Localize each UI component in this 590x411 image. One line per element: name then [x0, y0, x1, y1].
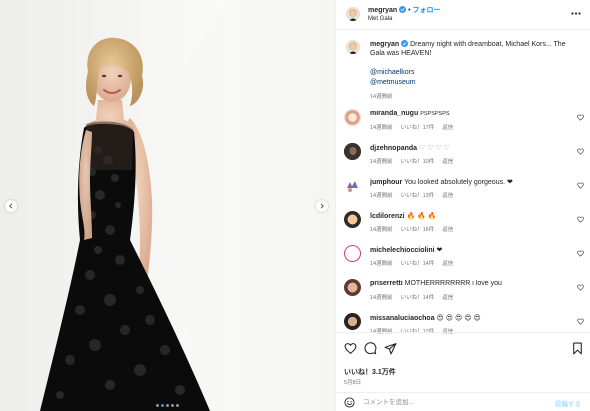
next-photo-button[interactable]	[316, 200, 328, 212]
comment-likes[interactable]: いいね！17件	[401, 123, 435, 131]
comment-text: PSPSPSPS	[420, 111, 450, 117]
comment-text: You looked absolutely gorgeous. ❤	[404, 179, 513, 186]
comment-text: 🔥 🔥 🔥	[406, 213, 437, 220]
carousel-indicator	[0, 404, 335, 407]
comment-item: michelechiocciolini ❤ 14週間前 いいね！14件 返信	[336, 245, 590, 280]
comment-like-heart-icon[interactable]	[577, 250, 584, 257]
comment-likes[interactable]: いいね！14件	[401, 293, 435, 301]
comment-likes[interactable]: いいね！16件	[401, 225, 435, 233]
reply-button[interactable]: 返信	[442, 157, 453, 165]
comment-input[interactable]	[363, 396, 543, 409]
bookmark-icon[interactable]	[572, 342, 583, 355]
share-icon[interactable]	[384, 342, 397, 355]
photo-illustration	[40, 0, 335, 411]
heart-icon[interactable]	[344, 342, 357, 355]
post-photo[interactable]	[0, 0, 335, 411]
carousel-dot	[176, 404, 179, 407]
commenter-avatar[interactable]	[344, 279, 361, 296]
comment-username[interactable]: missanaluciaochoa	[370, 315, 435, 322]
comment-like-heart-icon[interactable]	[577, 182, 584, 189]
post-location[interactable]: Met Gala	[368, 16, 392, 22]
commenter-avatar[interactable]	[344, 177, 361, 194]
comment-time: 14週間前	[370, 261, 393, 267]
comment-username[interactable]: lcdilorenzi	[370, 213, 405, 220]
action-bar: いいね！3.1万件 5月8日	[336, 332, 590, 392]
comment-text: ♡ ♡ ♡ ♡	[419, 145, 450, 152]
comment-like-heart-icon[interactable]	[577, 216, 584, 223]
author-username[interactable]: megryan	[368, 7, 397, 14]
comment-icon[interactable]	[364, 342, 377, 355]
reply-button[interactable]: 返信	[442, 293, 453, 301]
caption-time: 14週間前	[370, 94, 393, 100]
comment-like-heart-icon[interactable]	[577, 284, 584, 291]
comment-like-heart-icon[interactable]	[577, 114, 584, 121]
follow-button[interactable]: フォロー	[413, 7, 441, 14]
comment-text: MOTHERRRRRRRR i love you	[404, 280, 502, 287]
comment-username[interactable]: djzehnopanda	[370, 145, 417, 152]
verified-badge-icon	[399, 6, 407, 13]
commenter-avatar[interactable]	[344, 211, 361, 228]
comment-composer: 投稿する	[336, 392, 590, 411]
comment-likes[interactable]: いいね！10件	[401, 157, 435, 165]
reply-button[interactable]: 返信	[442, 225, 453, 233]
post-header: megryan • フォロー Met Gala	[336, 0, 590, 30]
mention-link[interactable]: @michaelkors	[370, 69, 414, 76]
comment-item: lcdilorenzi 🔥 🔥 🔥 14週間前 いいね！16件 返信	[336, 211, 590, 246]
carousel-dot	[171, 404, 174, 407]
mention-link[interactable]: @metmuseum	[370, 79, 416, 86]
previous-photo-button[interactable]	[5, 200, 17, 212]
comment-item: jumphour You looked absolutely gorgeous.…	[336, 177, 590, 212]
comment-time: 14週間前	[370, 125, 393, 131]
comment-item: priserretti MOTHERRRRRRRR i love you 14週…	[336, 279, 590, 314]
comment-likes[interactable]: いいね！14件	[401, 259, 435, 267]
commenter-avatar[interactable]	[344, 109, 361, 126]
comment-username[interactable]: miranda_nugu	[370, 110, 418, 117]
comment-item: djzehnopanda ♡ ♡ ♡ ♡ 14週間前 いいね！10件 返信	[336, 143, 590, 178]
comment-text: 😍 😍 😍 😍 😍	[436, 315, 481, 322]
comment-item: miranda_nugu PSPSPSPS 14週間前 いいね！17件 返信	[336, 109, 590, 144]
caption-username[interactable]: megryan	[370, 41, 399, 48]
like-count[interactable]: いいね！3.1万件	[344, 367, 396, 377]
comment-time: 14週間前	[370, 295, 393, 301]
comment-like-heart-icon[interactable]	[577, 148, 584, 155]
comment-username[interactable]: michelechiocciolini	[370, 247, 435, 254]
reply-button[interactable]: 返信	[442, 191, 453, 199]
comment-time: 14週間前	[370, 159, 393, 165]
caption-text: Dreamy night with dreamboat, Michael Kor…	[370, 41, 566, 57]
author-avatar[interactable]	[346, 7, 360, 21]
post-comment-button[interactable]: 投稿する	[555, 398, 581, 408]
comment-time: 14週間前	[370, 227, 393, 233]
verified-badge-icon	[401, 40, 409, 47]
comment-text: ❤	[436, 247, 443, 254]
chevron-right-icon	[320, 203, 324, 209]
carousel-dot-active	[161, 404, 164, 407]
carousel-dot	[156, 404, 159, 407]
more-icon[interactable]	[571, 12, 581, 15]
post-detail-panel: megryan • フォロー Met Gala megryan Dreamy n…	[335, 0, 590, 411]
reply-button[interactable]: 返信	[442, 259, 453, 267]
commenter-avatar[interactable]	[344, 313, 361, 330]
commenter-avatar[interactable]	[344, 245, 361, 262]
emoji-icon[interactable]	[344, 397, 355, 408]
comment-username[interactable]: jumphour	[370, 179, 402, 186]
comment-likes[interactable]: いいね！13件	[401, 191, 435, 199]
comment-time: 14週間前	[370, 193, 393, 199]
comment-username[interactable]: priserretti	[370, 280, 403, 287]
chevron-left-icon	[9, 203, 13, 209]
reply-button[interactable]: 返信	[442, 123, 453, 131]
comment-like-heart-icon[interactable]	[577, 318, 584, 325]
commenter-avatar[interactable]	[344, 143, 361, 160]
post-date: 5月8日	[344, 380, 362, 386]
carousel-dot	[166, 404, 169, 407]
caption-avatar[interactable]	[346, 40, 360, 54]
